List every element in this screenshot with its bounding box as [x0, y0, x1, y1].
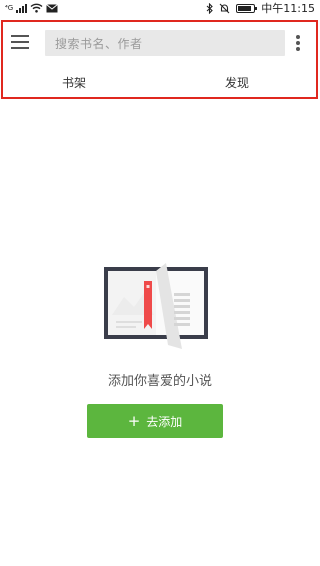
- add-button-label: 去添加: [146, 414, 183, 429]
- wifi-icon: [30, 3, 43, 13]
- status-left: ⁴G: [5, 1, 59, 15]
- bluetooth-icon: [206, 2, 214, 14]
- tab-discover[interactable]: 发现: [225, 74, 249, 91]
- bookmark-icon: [144, 281, 152, 329]
- more-options-icon[interactable]: [295, 35, 301, 51]
- search-input[interactable]: 搜索书名、作者: [45, 30, 285, 56]
- mute-icon: [219, 3, 230, 13]
- signal-icon: [16, 3, 28, 13]
- battery-icon: [236, 3, 258, 13]
- mail-icon: [46, 3, 59, 12]
- top-toolbar: 搜索书名、作者 书架 发现: [1, 20, 318, 99]
- clock: 中午11:15: [261, 2, 315, 15]
- tab-bookshelf[interactable]: 书架: [62, 74, 86, 91]
- menu-icon[interactable]: [11, 35, 29, 49]
- add-novel-button[interactable]: + 去添加: [87, 404, 223, 438]
- status-bar: ⁴G 中午11:15: [0, 0, 320, 18]
- plus-icon: +: [127, 411, 141, 430]
- status-right: 中午11:15: [206, 1, 315, 15]
- search-placeholder: 搜索书名、作者: [55, 37, 143, 51]
- empty-state-message: 添加你喜爱的小说: [107, 374, 212, 389]
- network-type-label: ⁴G: [5, 4, 14, 12]
- open-book-illustration: [104, 263, 208, 349]
